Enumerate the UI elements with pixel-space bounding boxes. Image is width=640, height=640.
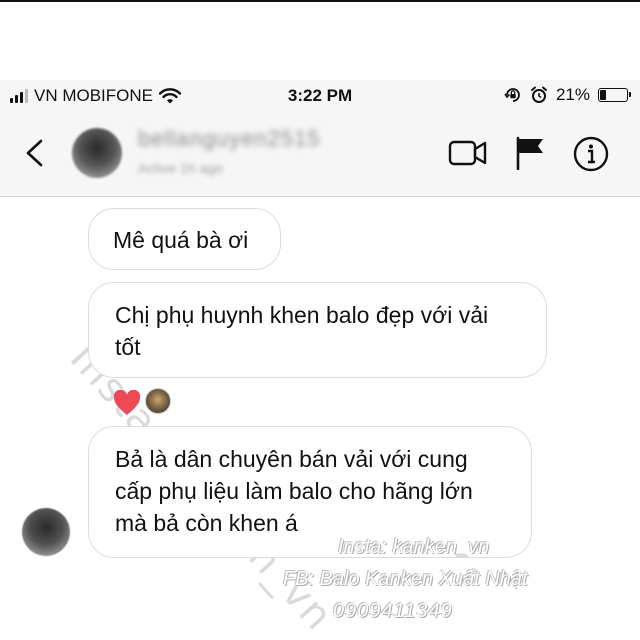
flag-icon[interactable] — [514, 136, 546, 170]
info-icon[interactable] — [573, 136, 609, 172]
battery-percent: 21% — [555, 85, 590, 104]
top-border — [0, 0, 640, 2]
battery-icon — [598, 88, 631, 102]
watermark-line: FB: Balo Kanken Xuất Nhật — [283, 568, 528, 590]
message-bubble[interactable]: Chị phụ huynh khen balo đẹp với vải tốt — [88, 282, 547, 378]
watermark-line: Insta: kanken_vn — [338, 536, 490, 558]
video-call-icon[interactable] — [448, 138, 488, 168]
sender-avatar[interactable] — [22, 508, 70, 556]
status-right: 21% — [504, 85, 631, 105]
reactor-avatar[interactable] — [145, 388, 171, 414]
watermark-line: 0909411349 — [333, 600, 453, 622]
contact-avatar[interactable] — [72, 128, 122, 178]
battery-level-fill — [600, 90, 606, 100]
status-bar: VN MOBIFONE 3:22 PM 21% — [0, 80, 640, 112]
back-chevron-icon[interactable] — [22, 138, 48, 168]
message-bubble[interactable]: Mê quá bà ơi — [88, 208, 281, 270]
heart-icon[interactable] — [113, 390, 141, 416]
alarm-icon — [530, 86, 547, 103]
contact-username[interactable]: bellanguyen2515 — [138, 126, 321, 152]
contact-active-status: Active 1h ago — [138, 160, 223, 176]
rotation-lock-icon — [504, 88, 520, 102]
